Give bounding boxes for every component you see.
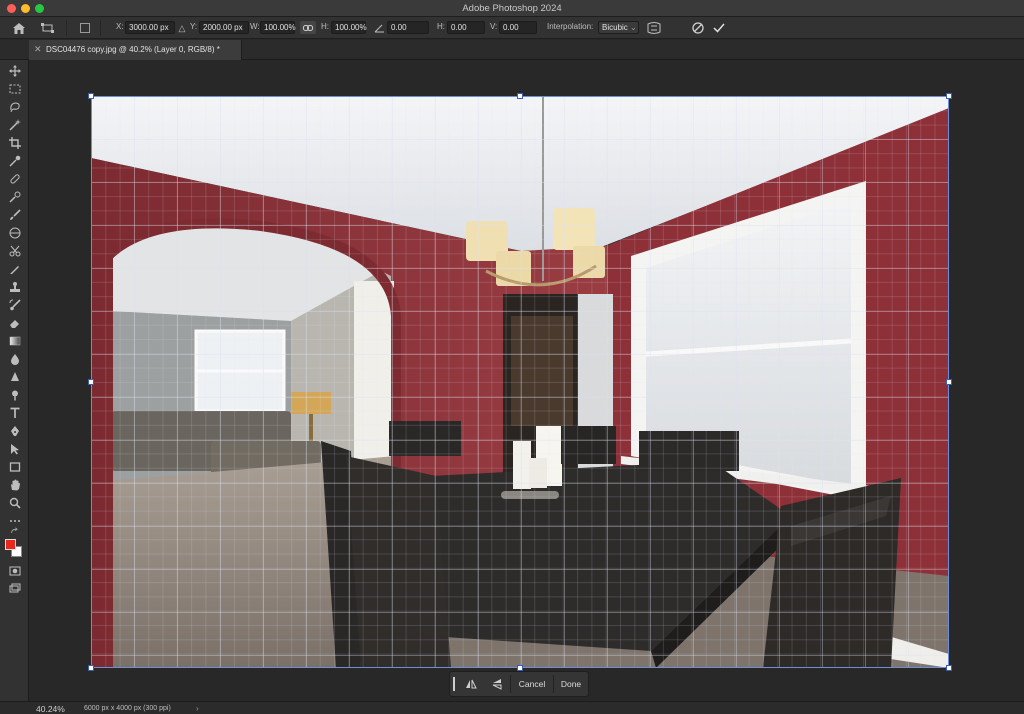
w-label: W: [250,22,260,31]
transform-handle-right[interactable] [946,379,952,385]
cancel-button[interactable]: Cancel [511,673,553,695]
sharpen-tool-icon[interactable] [5,369,24,385]
transform-handle-left[interactable] [88,379,94,385]
done-button[interactable]: Done [554,673,588,695]
rectangle-tool-icon[interactable] [5,459,24,475]
width-field[interactable]: 100.00% [260,21,296,34]
cancel-icon[interactable] [690,20,706,36]
document-info: 6000 px x 4000 px (300 ppi) [84,705,171,712]
mixer-brush-tool-icon[interactable] [5,225,24,241]
path-selection-tool-icon[interactable] [5,441,24,457]
brush-tool-icon[interactable] [5,207,24,223]
x-label: X: [116,22,124,31]
vskew-label: V: [490,22,498,31]
pencil-tool-icon[interactable] [5,261,24,277]
horizontal-skew-field[interactable]: 0.00 [447,21,485,34]
spot-healing-tool-icon[interactable] [5,189,24,205]
magic-wand-tool-icon[interactable] [5,117,24,133]
quick-mask-icon[interactable] [5,563,24,579]
type-tool-icon[interactable] [5,405,24,421]
hand-tool-icon[interactable] [5,477,24,493]
flip-vertical-icon[interactable] [484,673,510,695]
contextual-task-bar: Cancel Done [449,671,589,697]
commit-icon[interactable] [711,20,727,36]
transform-handle-top[interactable] [517,93,523,99]
app-title: Adobe Photoshop 2024 [462,3,562,14]
h-label: H: [321,22,329,31]
document-tab-bar: ✕ DSC04476 copy.jpg @ 40.2% (Layer 0, RG… [0,40,1024,60]
transform-grid [91,96,949,668]
crop-tool-icon[interactable] [5,135,24,151]
link-icon[interactable] [300,21,316,34]
hskew-label: H: [437,22,445,31]
eraser-tool-icon[interactable] [5,315,24,331]
status-bar: 40.24% 6000 px x 4000 px (300 ppi) › [0,701,1024,714]
document-tab[interactable]: ✕ DSC04476 copy.jpg @ 40.2% (Layer 0, RG… [29,40,242,60]
pen-tool-icon[interactable] [5,423,24,439]
transform-icon[interactable] [39,20,55,36]
home-icon[interactable] [11,20,27,36]
screen-mode-icon[interactable] [5,581,24,597]
interpolation-label: Interpolation: [547,22,594,31]
zoom-level[interactable]: 40.24% [36,704,65,714]
swap-colors-icon[interactable] [5,526,24,536]
transform-handle-top-right[interactable] [946,93,952,99]
vertical-skew-field[interactable]: 0.00 [499,21,537,34]
reference-point-icon[interactable] [79,20,91,36]
status-menu-arrow-icon[interactable]: › [196,704,199,713]
dodge-tool-icon[interactable] [5,387,24,403]
transform-handle-top-left[interactable] [88,93,94,99]
healing-brush-tool-icon[interactable] [5,171,24,187]
lasso-tool-icon[interactable] [5,99,24,115]
chevron-down-icon: ⌄ [627,23,637,32]
scissors-tool-icon[interactable] [5,243,24,259]
canvas-area[interactable] [30,61,1024,701]
y-label: Y: [190,22,198,31]
height-field[interactable]: 100.00% [331,21,367,34]
title-bar: Adobe Photoshop 2024 [0,0,1024,17]
transform-handle-bottom-left[interactable] [88,665,94,671]
y-position-field[interactable]: 2000.00 px [199,21,249,34]
clone-stamp-tool-icon[interactable] [5,279,24,295]
relative-position-icon[interactable]: △ [177,20,187,36]
gradient-tool-icon[interactable] [5,333,24,349]
foreground-color-swatch[interactable] [5,539,16,550]
options-bar: X: 3000.00 px △ Y: 2000.00 px W: 100.00%… [0,17,1024,39]
zoom-tool-icon[interactable] [5,495,24,511]
move-tool-icon[interactable] [5,63,24,79]
image-canvas[interactable] [91,96,949,668]
x-position-field[interactable]: 3000.00 px [125,21,175,34]
close-icon[interactable]: ✕ [34,44,42,55]
warp-icon[interactable] [646,20,662,36]
eyedropper-tool-icon[interactable] [5,153,24,169]
blur-tool-icon[interactable] [5,351,24,367]
tools-panel [0,60,29,701]
flip-horizontal-icon[interactable] [458,673,484,695]
rotation-field[interactable]: 0.00 [387,21,429,34]
drag-handle[interactable] [450,673,458,695]
marquee-tool-icon[interactable] [5,81,24,97]
transform-handle-bottom-right[interactable] [946,665,952,671]
document-tab-title: DSC04476 copy.jpg @ 40.2% (Layer 0, RGB/… [46,45,220,54]
angle-icon [373,20,385,36]
history-brush-tool-icon[interactable] [5,297,24,313]
interpolation-dropdown[interactable]: Bicubic ⌄ [598,21,639,34]
